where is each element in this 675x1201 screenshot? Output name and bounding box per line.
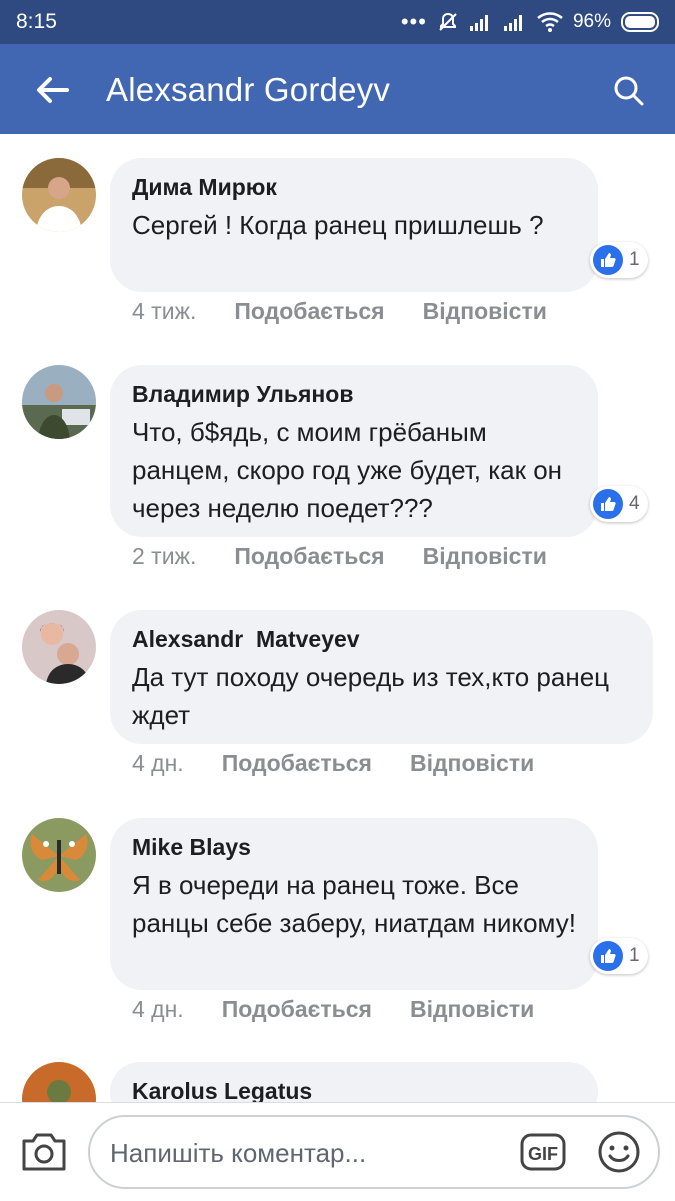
page-title: Alexsandr Gordeyv <box>106 71 391 108</box>
battery-icon <box>621 12 659 32</box>
status-bar: 8:15 ••• 96% <box>0 0 675 44</box>
like-icon <box>593 245 623 275</box>
comment-text: Сергей ! Когда ранец пришлешь ? <box>132 210 544 240</box>
back-arrow-icon <box>37 77 69 103</box>
like-button[interactable]: Подобається <box>222 996 372 1023</box>
camera-icon <box>22 1133 66 1171</box>
status-icons: ••• 96% <box>401 8 663 36</box>
like-button[interactable]: Подобається <box>234 298 384 325</box>
battery-percent: 96% <box>572 11 611 32</box>
comment-composer: GIF <box>0 1102 675 1201</box>
comment-bubble[interactable]: Mike Blays Я в очереди на ранец тоже. Вс… <box>110 818 598 990</box>
like-button[interactable]: Подобається <box>234 543 384 570</box>
comment-bubble[interactable]: Дима Мирюк Сергей ! Когда ранец пришлешь… <box>110 158 598 292</box>
comment-bubble[interactable]: Владимир Ульянов Что, б$ядь, с моим грёб… <box>110 365 598 537</box>
comment-text: Я в очереди на ранец тоже. Все ранцы себ… <box>132 870 576 938</box>
avatar[interactable] <box>22 158 96 232</box>
comment-time: 2 тиж. <box>132 543 197 569</box>
comment-time: 4 дн. <box>132 750 184 776</box>
reaction-count[interactable]: 1 <box>590 938 648 974</box>
reply-button[interactable]: Відповісти <box>423 298 547 325</box>
comment-text: Да тут походу очередь из тех,кто ранец ж… <box>132 662 610 730</box>
reaction-number: 4 <box>629 493 640 514</box>
gif-button[interactable]: GIF <box>520 1131 566 1173</box>
like-icon <box>593 489 623 519</box>
back-button[interactable] <box>30 68 74 112</box>
emoji-button[interactable] <box>596 1129 642 1175</box>
mute-icon <box>439 12 457 31</box>
smiley-icon <box>598 1131 640 1173</box>
app-bar: Alexsandr Gordeyv <box>0 44 675 134</box>
search-button[interactable] <box>607 69 651 113</box>
comment-author[interactable]: Alexsandr Matveyev <box>132 624 631 654</box>
reaction-count[interactable]: 4 <box>590 486 648 522</box>
more-dots-icon: ••• <box>400 9 427 34</box>
comment-bubble[interactable]: Alexsandr Matveyev Да тут походу очередь… <box>110 610 653 744</box>
comment-input[interactable] <box>108 1131 512 1175</box>
wifi-icon <box>537 12 563 32</box>
gif-label: GIF <box>528 1144 558 1164</box>
reply-button[interactable]: Відповісти <box>410 750 534 777</box>
comment-input-container[interactable]: GIF <box>88 1115 660 1189</box>
status-time: 8:15 <box>16 10 57 33</box>
like-button[interactable]: Подобається <box>222 750 372 777</box>
comment-time: 4 тиж. <box>132 298 197 324</box>
avatar[interactable] <box>22 610 96 684</box>
camera-button[interactable] <box>20 1129 70 1175</box>
avatar[interactable] <box>22 365 96 439</box>
comment-time: 4 дн. <box>132 996 184 1022</box>
reply-button[interactable]: Відповісти <box>423 543 547 570</box>
avatar[interactable] <box>22 818 96 892</box>
comment-author[interactable]: Mike Blays <box>132 832 576 862</box>
comment-actions: 2 тиж. Подобається Відповісти <box>132 543 547 570</box>
reaction-count[interactable]: 1 <box>590 242 648 278</box>
signal-icon <box>503 15 522 31</box>
reaction-number: 1 <box>629 945 640 966</box>
like-icon <box>593 941 623 971</box>
comment-actions: 4 дн. Подобається Відповісти <box>132 996 534 1023</box>
comment-actions: 4 дн. Подобається Відповісти <box>132 750 534 777</box>
reply-button[interactable]: Відповісти <box>410 996 534 1023</box>
search-icon <box>614 76 644 106</box>
comment-author[interactable]: Владимир Ульянов <box>132 379 576 409</box>
comment-author[interactable]: Дима Мирюк <box>132 172 576 202</box>
signal-icon <box>469 15 488 31</box>
reaction-number: 1 <box>629 249 640 270</box>
comment-actions: 4 тиж. Подобається Відповісти <box>132 298 547 325</box>
comment-text: Что, б$ядь, с моим грёбаным ранцем, скор… <box>132 417 563 523</box>
